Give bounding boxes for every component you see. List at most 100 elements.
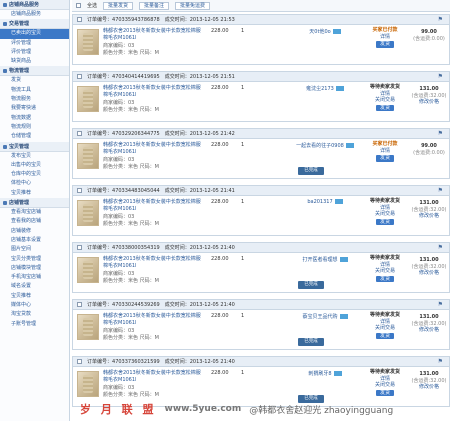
batch-remark-button[interactable]: 批量备注	[139, 1, 170, 10]
wangwang-icon[interactable]	[339, 314, 348, 319]
select-all-checkbox[interactable]	[76, 3, 81, 8]
buyer-name[interactable]: ba201317	[295, 199, 355, 205]
product-thumbnail[interactable]	[77, 200, 99, 226]
buyer-name-text[interactable]: ba201317	[307, 199, 332, 205]
buyer-name[interactable]: 刺猬刷牙8	[295, 370, 355, 377]
close-trade-link[interactable]: 关闭交易	[363, 268, 407, 275]
order-number-value[interactable]: 470335943786878	[112, 17, 160, 23]
buyer-name-text[interactable]: 刺猬刷牙8	[308, 371, 331, 377]
sidebar-item[interactable]: 媒体中心	[0, 301, 69, 310]
wangwang-icon[interactable]	[339, 257, 348, 262]
buyer-name-text[interactable]: 一起去看的往子0908	[296, 143, 344, 149]
flag-icon[interactable]: ⚑	[438, 130, 443, 137]
sidebar-section-heading[interactable]: 物流管理	[0, 66, 69, 77]
buyer-name[interactable]: 一起去看的往子0908	[295, 142, 355, 149]
product-title[interactable]: 韩都衣舍2013秋冬新款女装中长款宽松棉服 棉毛衣M1061l	[103, 256, 203, 269]
sidebar-item[interactable]: 发布宝贝	[0, 152, 69, 161]
ship-button[interactable]: 发货	[375, 41, 394, 48]
order-number-value[interactable]: 470330244539269	[112, 302, 160, 308]
buyer-name-text[interactable]: 天0t他0o	[309, 29, 330, 35]
sidebar-section-heading[interactable]: 交易管理	[0, 19, 69, 30]
batch-ship-button[interactable]: 批量发货	[103, 1, 134, 10]
sidebar-item[interactable]: 物流服务	[0, 95, 69, 104]
modify-price-link[interactable]: 修改价格	[409, 99, 449, 106]
product-thumbnail[interactable]	[77, 371, 99, 397]
buyer-name[interactable]: 天0t他0o	[295, 28, 355, 35]
buyer-name[interactable]: 蔡宝贝王品代购	[295, 313, 355, 320]
sidebar-item[interactable]: 评价管理	[0, 48, 69, 57]
ship-button[interactable]: 发货	[375, 218, 394, 225]
sidebar-item[interactable]: 物流数据	[0, 114, 69, 123]
ship-button[interactable]: 发货	[375, 155, 394, 162]
sidebar-item[interactable]: 店铺基本设置	[0, 236, 69, 245]
sidebar-item[interactable]: 仓库中的宝贝	[0, 170, 69, 179]
sidebar-section-heading[interactable]: 店铺管理	[0, 198, 69, 209]
order-number-value[interactable]: 470329206344775	[112, 131, 160, 137]
sidebar-item[interactable]: 店铺商品服务	[0, 10, 69, 19]
wangwang-icon[interactable]	[335, 86, 344, 91]
flag-icon[interactable]: ⚑	[438, 187, 443, 194]
ship-button[interactable]: 发货	[375, 389, 394, 396]
order-number-value[interactable]: 470340414419695	[112, 74, 160, 80]
buyer-name-text[interactable]: 雍沈尘2173	[306, 86, 334, 92]
sidebar-section-heading[interactable]: 宝贝管理	[0, 141, 69, 152]
sidebar-item[interactable]: 宝贝推荐	[0, 292, 69, 301]
order-number-value[interactable]: 470334483045044	[112, 188, 160, 194]
product-title[interactable]: 韩都衣舍2013秋冬新款女装中长款宽松棉服 棉毛衣M1061l	[103, 370, 203, 383]
buyer-name-text[interactable]: 蔡宝贝王品代购	[302, 314, 337, 320]
wangwang-icon[interactable]	[333, 371, 342, 376]
sidebar-item[interactable]: 淘宝贷款	[0, 310, 69, 319]
sidebar-item[interactable]: 发货	[0, 76, 69, 85]
batch-free-shipping-button[interactable]: 批量免运费	[175, 1, 211, 10]
sidebar-item[interactable]: 域名设置	[0, 282, 69, 291]
details-link[interactable]: 详情	[363, 148, 407, 155]
product-thumbnail[interactable]	[77, 257, 99, 283]
sidebar-item[interactable]: 物流工具	[0, 86, 69, 95]
order-checkbox[interactable]	[77, 131, 82, 136]
sidebar-item[interactable]: 宝贝分类管理	[0, 255, 69, 264]
product-thumbnail[interactable]	[77, 143, 99, 169]
modify-price-link[interactable]: 修改价格	[409, 213, 449, 220]
order-number-value[interactable]: 470338000354319	[112, 245, 160, 251]
sidebar-item[interactable]: 手机淘宝店铺	[0, 273, 69, 282]
flag-icon[interactable]: ⚑	[438, 358, 443, 365]
sidebar-item[interactable]: 店铺模块管理	[0, 264, 69, 273]
sidebar-item[interactable]: 出售中的宝贝	[0, 161, 69, 170]
modify-price-link[interactable]: 修改价格	[409, 327, 449, 334]
product-title[interactable]: 韩都衣舍2013秋冬新款女装中长款宽松棉服 棉毛衣M1061l	[103, 199, 203, 212]
order-checkbox[interactable]	[77, 188, 82, 193]
close-trade-link[interactable]: 关闭交易	[363, 325, 407, 332]
wangwang-icon[interactable]	[332, 29, 341, 34]
sidebar-item[interactable]: 体检中心	[0, 179, 69, 188]
flag-icon[interactable]: ⚑	[438, 73, 443, 80]
product-title[interactable]: 韩都衣舍2013秋冬新款女装中长款宽松棉服 棉毛衣M1061l	[103, 85, 203, 98]
sidebar-item[interactable]: 子账号管理	[0, 320, 69, 329]
order-checkbox[interactable]	[77, 245, 82, 250]
flag-icon[interactable]: ⚑	[438, 16, 443, 23]
ship-button[interactable]: 发货	[375, 332, 394, 339]
buyer-name[interactable]: 雍沈尘2173	[295, 85, 355, 92]
product-thumbnail[interactable]	[77, 314, 99, 340]
close-trade-link[interactable]: 关闭交易	[363, 97, 407, 104]
order-number-value[interactable]: 470337360321599	[112, 359, 160, 365]
sidebar-item[interactable]: 仓储管理	[0, 132, 69, 141]
sidebar-item[interactable]: 已卖出的宝贝	[0, 29, 69, 39]
close-trade-link[interactable]: 关闭交易	[363, 211, 407, 218]
close-trade-link[interactable]: 关闭交易	[363, 382, 407, 389]
order-checkbox[interactable]	[77, 359, 82, 364]
flag-icon[interactable]: ⚑	[438, 301, 443, 308]
flag-icon[interactable]: ⚑	[438, 244, 443, 251]
sidebar-item[interactable]: 图片空间	[0, 245, 69, 254]
buyer-name[interactable]: 打开医者看理想	[295, 256, 355, 263]
product-thumbnail[interactable]	[77, 29, 99, 55]
ship-button[interactable]: 发货	[375, 275, 394, 282]
sidebar-item[interactable]: 宝贝推荐	[0, 189, 69, 198]
details-link[interactable]: 详情	[363, 34, 407, 41]
sidebar-item[interactable]: 物流规则	[0, 123, 69, 132]
buyer-name-text[interactable]: 打开医者看理想	[302, 257, 337, 263]
sidebar-item[interactable]: 查看我的店铺	[0, 217, 69, 226]
wangwang-icon[interactable]	[345, 143, 354, 148]
ship-button[interactable]: 发货	[375, 104, 394, 111]
wangwang-icon[interactable]	[334, 199, 343, 204]
sidebar-item[interactable]: 我要寄快递	[0, 104, 69, 113]
